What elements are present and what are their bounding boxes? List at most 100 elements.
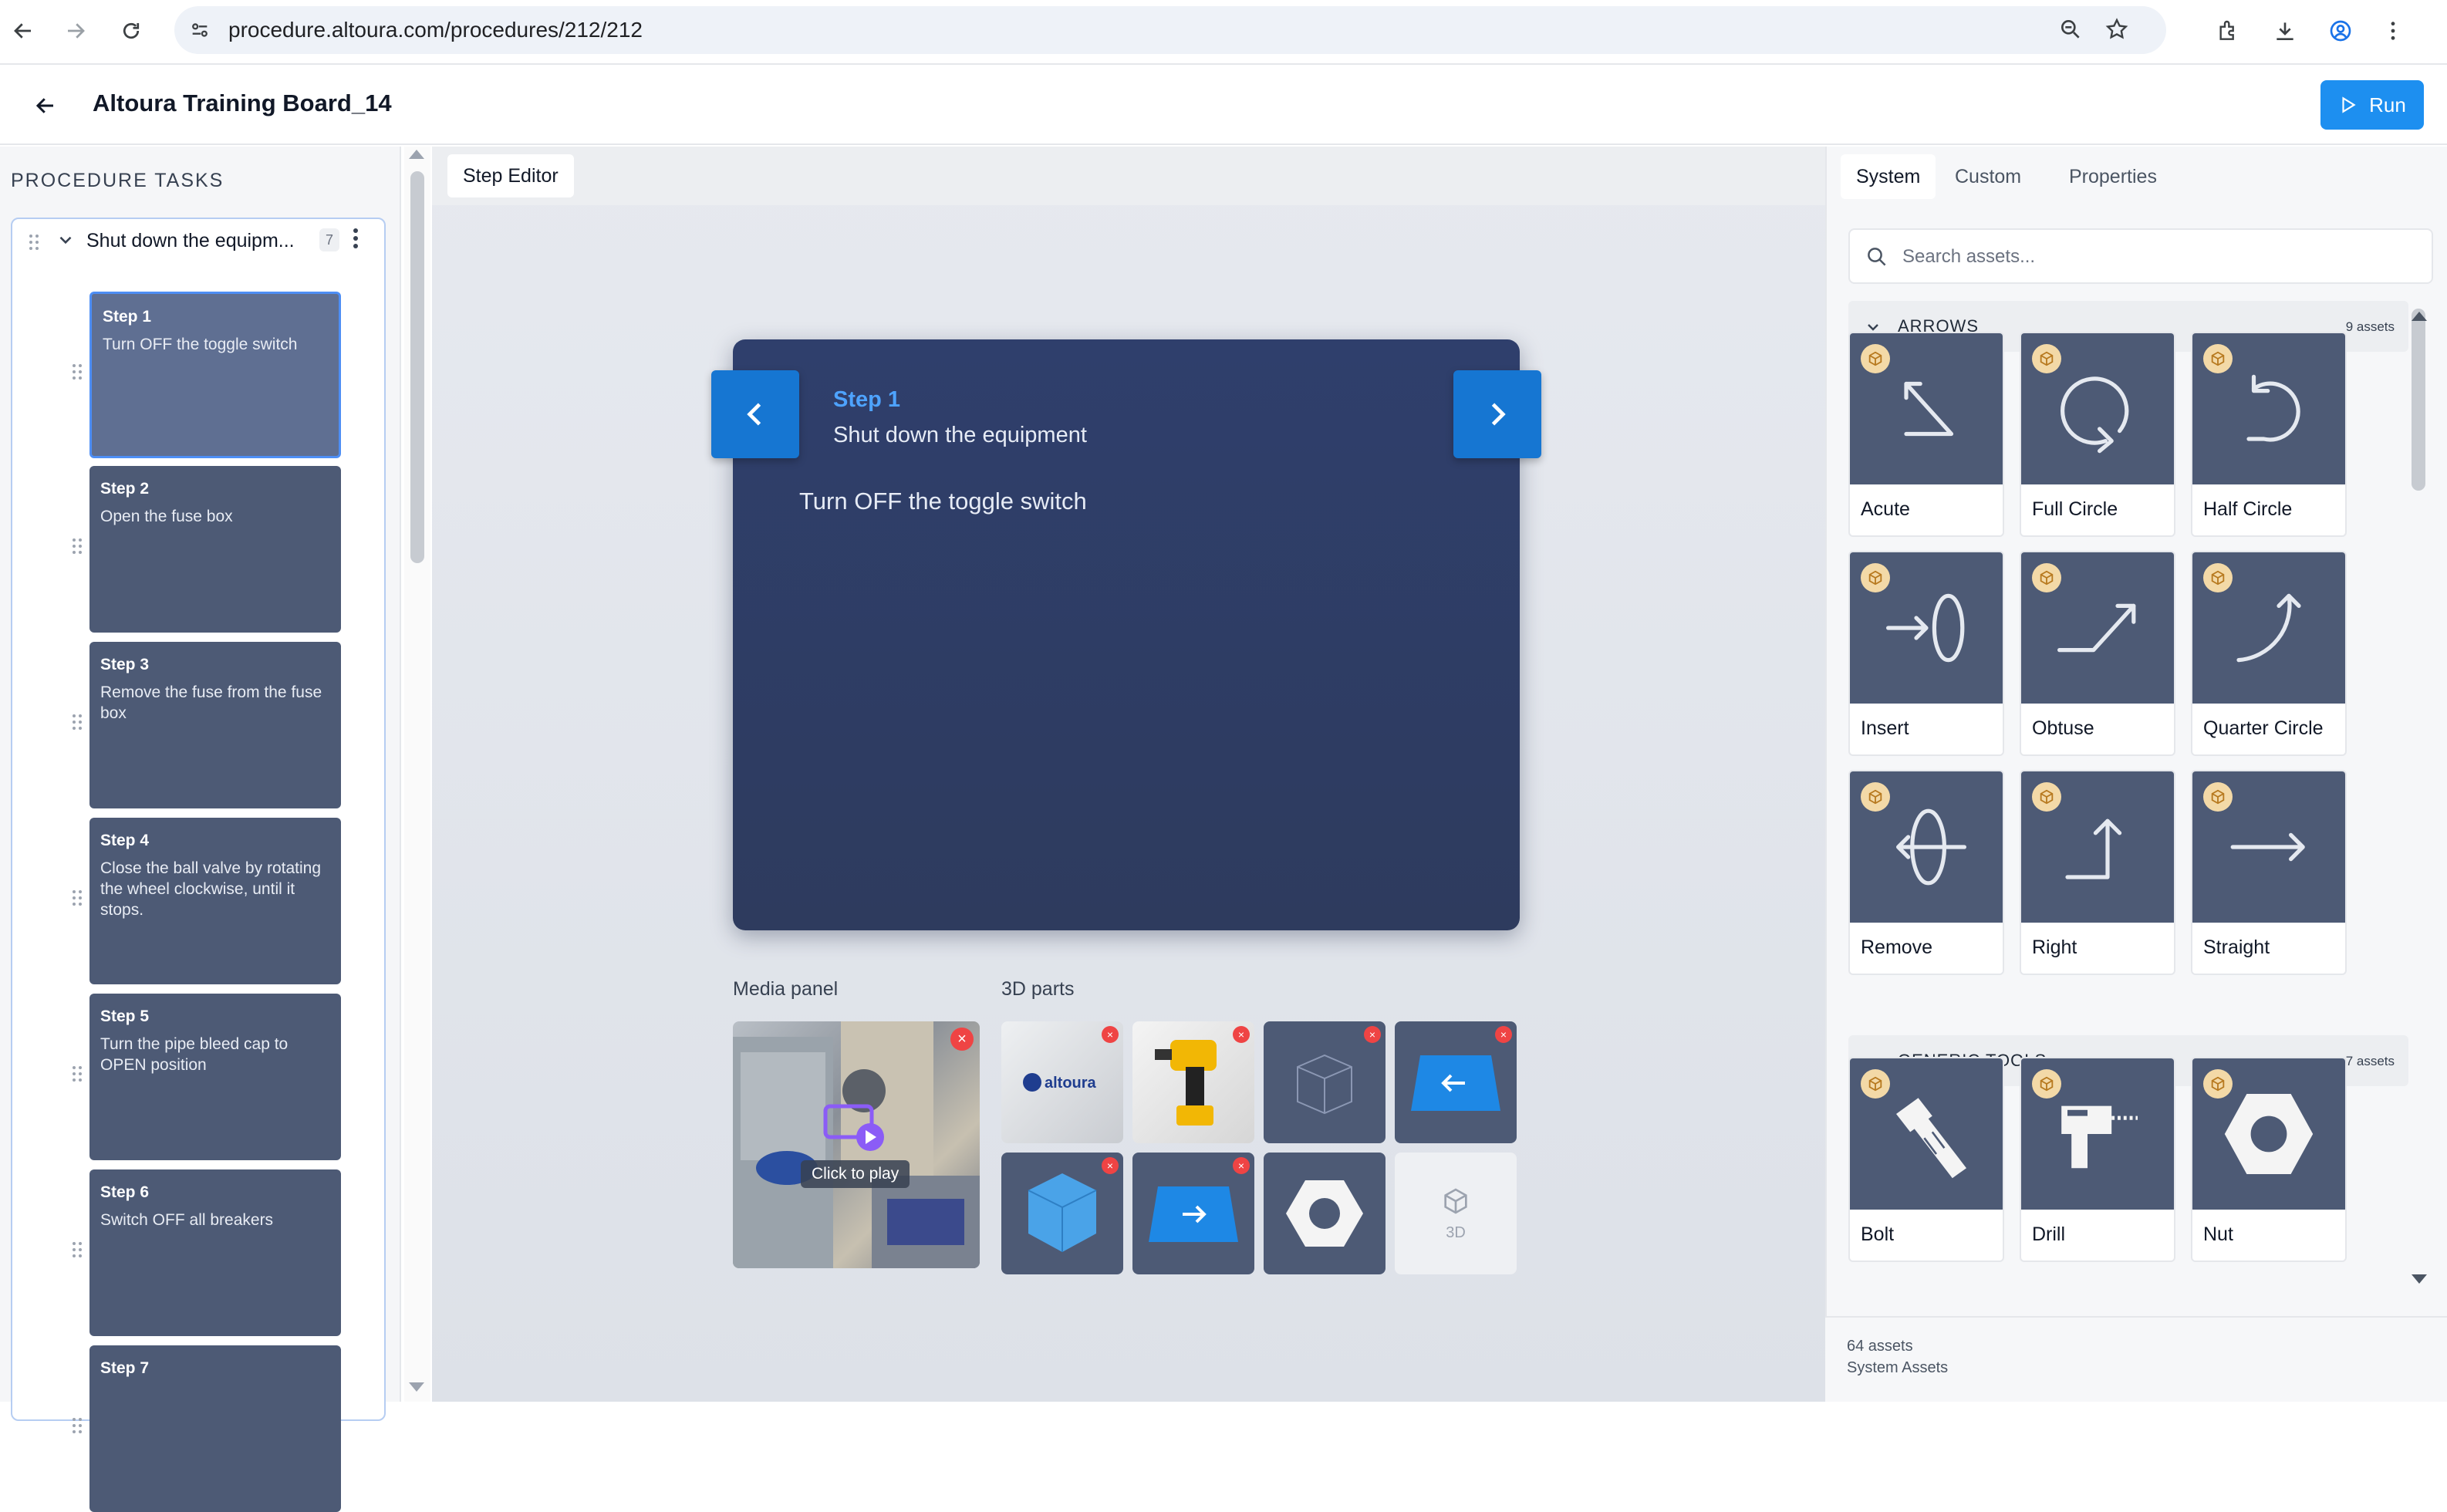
asset-card[interactable]: Insert (1848, 551, 2004, 756)
bookmark-star-icon[interactable] (2104, 17, 2129, 46)
step-card[interactable]: Step 5 Turn the pipe bleed cap to OPEN po… (89, 994, 341, 1160)
tab-step-editor[interactable]: Step Editor (447, 154, 574, 197)
asset-card[interactable]: Straight (2191, 770, 2347, 975)
tab-custom[interactable]: Custom (1939, 154, 2037, 199)
scroll-down-icon[interactable] (409, 1382, 424, 1392)
step-drag-handle-icon[interactable] (71, 537, 83, 559)
zoom-icon[interactable] (2058, 17, 2083, 46)
step-drag-handle-icon[interactable] (71, 1240, 83, 1263)
task-title: Shut down the equipment (833, 423, 1087, 447)
remove-part-icon[interactable]: × (1102, 1157, 1119, 1174)
add-3d-part-placeholder[interactable]: 3D (1395, 1153, 1517, 1274)
part-left-arrow-sign[interactable]: × (1395, 1021, 1517, 1143)
obtuse-arrow-icon (2057, 603, 2136, 653)
scroll-up-icon[interactable] (409, 150, 424, 159)
step-drag-handle-icon[interactable] (71, 1416, 83, 1439)
asset-card[interactable]: Bolt (1848, 1057, 2004, 1262)
browser-forward-icon[interactable] (56, 11, 96, 51)
step-card[interactable]: Step 2 Open the fuse box (89, 466, 341, 633)
chevron-right-icon (1491, 403, 1506, 426)
left-scroll-thumb[interactable] (410, 171, 424, 563)
profile-icon[interactable] (2320, 11, 2361, 51)
step-card[interactable]: Step 3 Remove the fuse from the fuse box (89, 642, 341, 808)
back-arrow-icon[interactable] (28, 88, 63, 123)
extensions-icon[interactable] (2208, 11, 2248, 51)
remove-part-icon[interactable]: × (1102, 1026, 1119, 1043)
remove-part-icon[interactable]: × (1233, 1157, 1250, 1174)
part-drill[interactable]: × (1132, 1021, 1254, 1143)
step-drag-handle-icon[interactable] (71, 1065, 83, 1087)
step-instruction[interactable]: Turn OFF the toggle switch (799, 488, 1087, 515)
step-card[interactable]: Step 1 Turn OFF the toggle switch (89, 292, 341, 458)
tab-system[interactable]: System (1841, 154, 1936, 199)
page-title: Altoura Training Board_14 (93, 89, 392, 116)
task-menu-icon[interactable] (352, 227, 359, 254)
step-card[interactable]: Step 6 Switch OFF all breakers (89, 1169, 341, 1336)
placeholder-label: 3D (1446, 1223, 1466, 1241)
site-settings-icon[interactable] (185, 15, 214, 45)
step-text: Turn OFF the toggle switch (103, 336, 298, 353)
asset-name: Full Circle (2032, 498, 2118, 520)
asset-name: Insert (1861, 717, 1909, 739)
search-input[interactable] (1902, 242, 2412, 272)
step-drag-handle-icon[interactable] (71, 713, 83, 735)
panel-heading: PROCEDURE TASKS (11, 170, 224, 191)
remove-part-icon[interactable]: × (1233, 1026, 1250, 1043)
step-card[interactable]: Step 7 (89, 1345, 341, 1512)
chevron-down-icon[interactable] (56, 230, 76, 254)
url-text[interactable]: procedure.altoura.com/procedures/212/212 (228, 17, 643, 43)
asset-card[interactable]: Drill (2020, 1057, 2175, 1262)
click-to-play-hint[interactable]: Click to play (801, 1160, 910, 1188)
drag-handle-icon[interactable] (28, 233, 40, 255)
step-number: Step 7 (100, 1359, 150, 1377)
browser-back-icon[interactable] (3, 11, 43, 51)
equipment-photo-icon (733, 1021, 980, 1268)
editor-tabbar: Step Editor (432, 147, 1825, 205)
asset-name: Nut (2203, 1223, 2233, 1245)
part-wireframe-box[interactable]: × (1264, 1021, 1386, 1143)
media-video-thumbnail[interactable]: × Click to play (733, 1021, 980, 1268)
asset-clip-mask (1827, 1288, 2447, 1316)
nut-icon (2224, 1094, 2314, 1174)
remove-media-icon[interactable]: × (950, 1028, 974, 1051)
next-step-button[interactable] (1453, 370, 1541, 458)
assets-source: System Assets (1847, 1359, 1949, 1376)
part-altoura-logo[interactable]: altoura × (1001, 1021, 1123, 1143)
step-number: Step 1 (103, 308, 152, 326)
asset-search[interactable] (1848, 228, 2433, 284)
asset-card[interactable]: Full Circle (2020, 332, 2175, 537)
download-icon[interactable] (2265, 11, 2305, 51)
asset-name: Drill (2032, 1223, 2066, 1245)
tab-properties[interactable]: Properties (2054, 154, 2172, 199)
browser-menu-icon[interactable] (2373, 11, 2413, 51)
part-blue-cube[interactable]: × (1001, 1153, 1123, 1274)
asset-card[interactable]: Right (2020, 770, 2175, 975)
step-drag-handle-icon[interactable] (71, 363, 83, 385)
run-button[interactable]: Run (2320, 80, 2424, 130)
part-right-arrow-sign[interactable]: × (1132, 1153, 1254, 1274)
assets-scroll-thumb[interactable] (2412, 309, 2425, 491)
task-name[interactable]: Shut down the equipm... (86, 230, 295, 252)
browser-bar: procedure.altoura.com/procedures/212/212 (0, 0, 2447, 65)
asset-card[interactable]: Nut (2191, 1057, 2347, 1262)
asset-card[interactable]: Obtuse (2020, 551, 2175, 756)
assets-panel: System Custom Properties ARROWS 9 assets… (1825, 147, 2447, 1402)
asset-name: Obtuse (2032, 717, 2094, 739)
remove-part-icon[interactable]: × (1495, 1026, 1512, 1043)
address-bar[interactable]: procedure.altoura.com/procedures/212/212 (174, 6, 2166, 54)
part-nut[interactable] (1264, 1153, 1386, 1274)
assets-scroll-up-icon[interactable] (2412, 312, 2427, 321)
step-number: Step 4 (100, 832, 150, 849)
reload-icon[interactable] (111, 11, 151, 51)
asset-card[interactable]: Half Circle (2191, 332, 2347, 537)
asset-card[interactable]: Quarter Circle (2191, 551, 2347, 756)
assets-scroll-down-icon[interactable] (2412, 1274, 2427, 1284)
step-card[interactable]: Step 4 Close the ball valve by rotating t… (89, 818, 341, 984)
remove-part-icon[interactable]: × (1364, 1026, 1381, 1043)
step-drag-handle-icon[interactable] (71, 889, 83, 911)
3d-cube-badge-icon (1861, 782, 1890, 812)
previous-step-button[interactable] (711, 370, 799, 458)
asset-card[interactable]: Acute (1848, 332, 2004, 537)
task-header[interactable]: Shut down the equipm... 7 (12, 219, 384, 262)
asset-card[interactable]: Remove (1848, 770, 2004, 975)
